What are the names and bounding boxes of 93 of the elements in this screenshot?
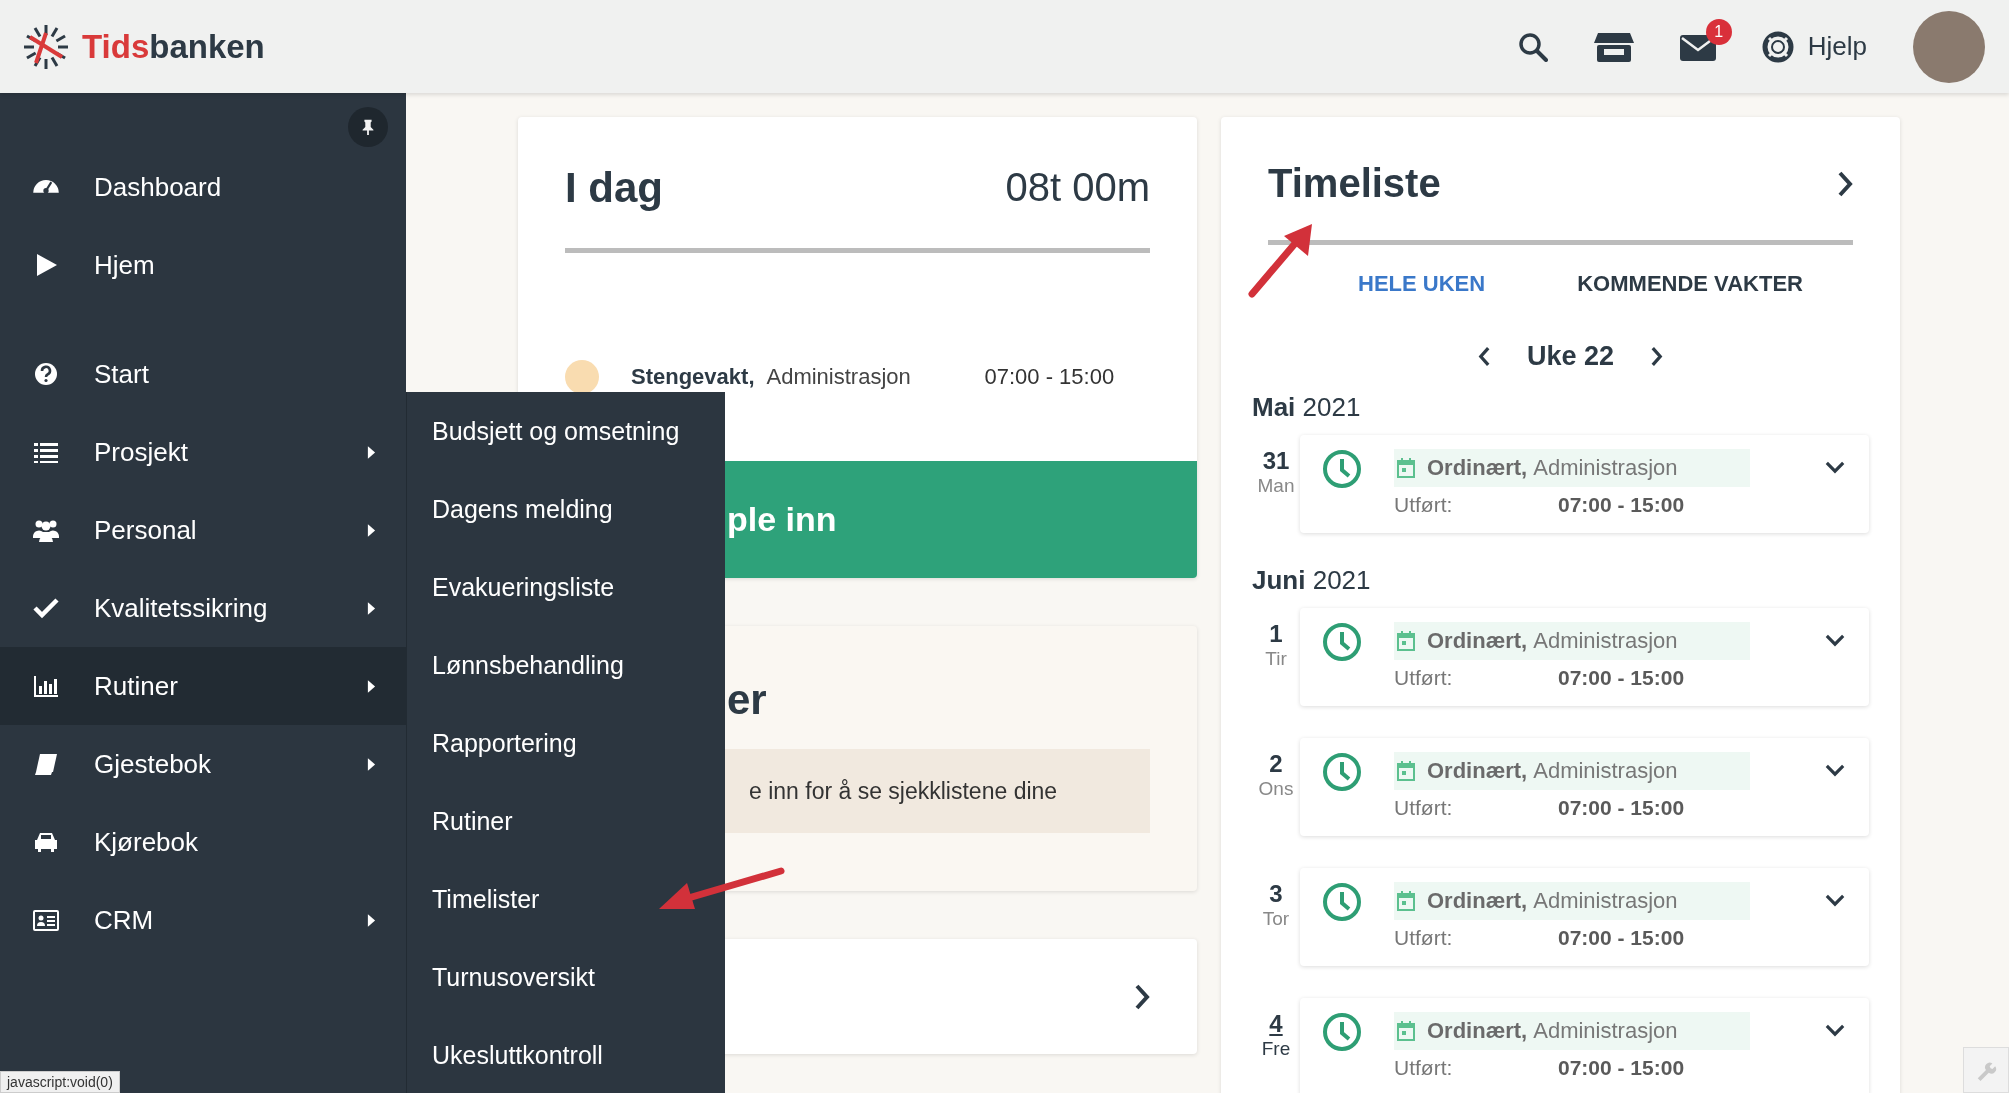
submenu-item[interactable]: Ukesluttkontroll xyxy=(407,1016,725,1093)
sidebar-item[interactable]: Dashboard xyxy=(0,148,406,226)
clock-icon xyxy=(1322,752,1362,792)
sidebar-item[interactable]: Kjørebok xyxy=(0,803,406,881)
day-number: 31 xyxy=(1262,447,1290,475)
sidebar-item[interactable]: CRM xyxy=(0,881,406,959)
shift-department: Administrasjon xyxy=(1533,455,1678,481)
sidebar-item[interactable]: Prosjekt xyxy=(0,413,406,491)
logo-text: Tidsbanken xyxy=(82,27,265,66)
submenu-item[interactable]: Lønnsbehandling xyxy=(407,626,725,704)
pin-button[interactable] xyxy=(348,107,388,147)
shift-type: Stengevakt, xyxy=(631,364,755,390)
gauge-icon xyxy=(32,178,60,196)
shift-department: Administrasjon xyxy=(1533,628,1678,654)
shift-entry[interactable]: Ordinært, Administrasjon Utført: 07:00 - 15:00 xyxy=(1300,608,1869,706)
shift-department: Administrasjon xyxy=(1533,888,1678,914)
card-title: er xyxy=(727,676,767,724)
calendar-icon xyxy=(1397,761,1415,781)
sidebar-item[interactable]: Personal xyxy=(0,491,406,569)
clock-icon xyxy=(1322,449,1362,489)
sidebar-item[interactable]: Rutiner xyxy=(0,647,406,725)
shift-department: Administrasjon xyxy=(1533,758,1678,784)
chevron-right-icon xyxy=(1134,983,1150,1010)
shift-department: Administrasjon xyxy=(1533,1018,1678,1044)
submenu-item[interactable]: Timelister xyxy=(407,860,725,938)
clock-icon xyxy=(1322,882,1362,922)
chevron-down-icon[interactable] xyxy=(1825,1024,1845,1037)
done-label: Utført: xyxy=(1394,666,1454,690)
day-number: 4 xyxy=(1269,1010,1283,1038)
tab[interactable]: HELE UKEN xyxy=(1358,271,1486,297)
tab[interactable]: KOMMENDE VAKTER xyxy=(1577,271,1803,297)
shift-type: Ordinært, xyxy=(1427,455,1528,481)
wrench-icon xyxy=(1975,1059,1997,1081)
calendar-icon xyxy=(1397,631,1415,651)
hours-total: 08t 00m xyxy=(1005,165,1150,210)
sidebar-item[interactable]: Kvalitetssikring xyxy=(0,569,406,647)
shift-time: 07:00 - 15:00 xyxy=(1558,1056,1685,1080)
shift-time: 07:00 - 15:00 xyxy=(984,364,1115,390)
notification-badge: 1 xyxy=(1705,18,1732,45)
sidebar-item[interactable]: Start xyxy=(0,335,406,413)
shift-type: Ordinært, xyxy=(1427,758,1528,784)
clock-icon xyxy=(1322,622,1362,662)
chevron-down-icon[interactable] xyxy=(1825,461,1845,474)
chevron-down-icon[interactable] xyxy=(1825,634,1845,647)
done-label: Utført: xyxy=(1394,493,1454,517)
shift-type: Ordinært, xyxy=(1427,628,1528,654)
day-number: 1 xyxy=(1269,620,1283,648)
shift-type: Ordinært, xyxy=(1427,1018,1528,1044)
card-title: I dag xyxy=(565,163,663,212)
shift-entry[interactable]: Ordinært, Administrasjon Utført: 07:00 - 15:00 xyxy=(1300,868,1869,966)
done-label: Utført: xyxy=(1394,1056,1454,1080)
logo-icon xyxy=(22,22,70,71)
calendar-icon xyxy=(1397,458,1415,478)
mail-icon[interactable] xyxy=(1679,32,1716,61)
search-icon[interactable] xyxy=(1517,31,1548,62)
shift-entry[interactable]: Ordinært, Administrasjon Utført: 07:00 - 15:00 xyxy=(1300,435,1869,533)
clock-icon xyxy=(1322,1012,1362,1052)
shift-department: Administrasjon xyxy=(766,364,912,390)
lifebuoy-icon[interactable] xyxy=(1761,30,1794,63)
calendar-icon xyxy=(1397,1021,1415,1041)
shift-entry[interactable]: Ordinært, Administrasjon Utført: 07:00 - 15:00 xyxy=(1300,738,1869,836)
status-bar: javascript:void(0) xyxy=(0,1071,120,1093)
shift-time: 07:00 - 15:00 xyxy=(1558,493,1685,517)
calendar-icon xyxy=(1397,891,1415,911)
card-title: Timeliste xyxy=(1268,161,1441,206)
month-heading: Mai 2021 xyxy=(1252,392,1362,423)
store-icon[interactable] xyxy=(1593,30,1634,63)
day-number: 2 xyxy=(1269,750,1283,778)
shift-entry[interactable]: Ordinært, Administrasjon Utført: 07:00 - 15:00 xyxy=(1300,998,1869,1093)
shift-type: Ordinært, xyxy=(1427,888,1528,914)
weekday-label: Ons xyxy=(1258,778,1294,800)
question-icon xyxy=(32,360,60,388)
shift-time: 07:00 - 15:00 xyxy=(1558,926,1685,950)
sidebar-item[interactable]: Gjestebok xyxy=(0,725,406,803)
weekday-label: Man xyxy=(1257,475,1295,497)
week-label: Uke 22 xyxy=(1526,341,1615,372)
chevron-right-icon[interactable] xyxy=(1837,170,1853,197)
weekday-label: Tor xyxy=(1262,908,1290,930)
help-link[interactable]: Hjelp xyxy=(1807,31,1867,62)
shift-time: 07:00 - 15:00 xyxy=(1558,796,1685,820)
chevron-left-icon[interactable] xyxy=(1477,346,1491,367)
weekday-label: Fre xyxy=(1261,1038,1291,1060)
submenu-item[interactable]: Turnusoversikt xyxy=(407,938,725,1016)
done-label: Utført: xyxy=(1394,926,1454,950)
sidebar-item[interactable]: Hjem xyxy=(0,226,406,304)
chevron-down-icon[interactable] xyxy=(1825,764,1845,777)
day-number: 3 xyxy=(1269,880,1283,908)
shift-time: 07:00 - 15:00 xyxy=(1558,666,1685,690)
chevron-right-icon[interactable] xyxy=(1650,346,1664,367)
month-heading: Juni 2021 xyxy=(1252,565,1372,596)
done-label: Utført: xyxy=(1394,796,1454,820)
chevron-down-icon[interactable] xyxy=(1825,894,1845,907)
weekday-label: Tir xyxy=(1265,648,1287,670)
